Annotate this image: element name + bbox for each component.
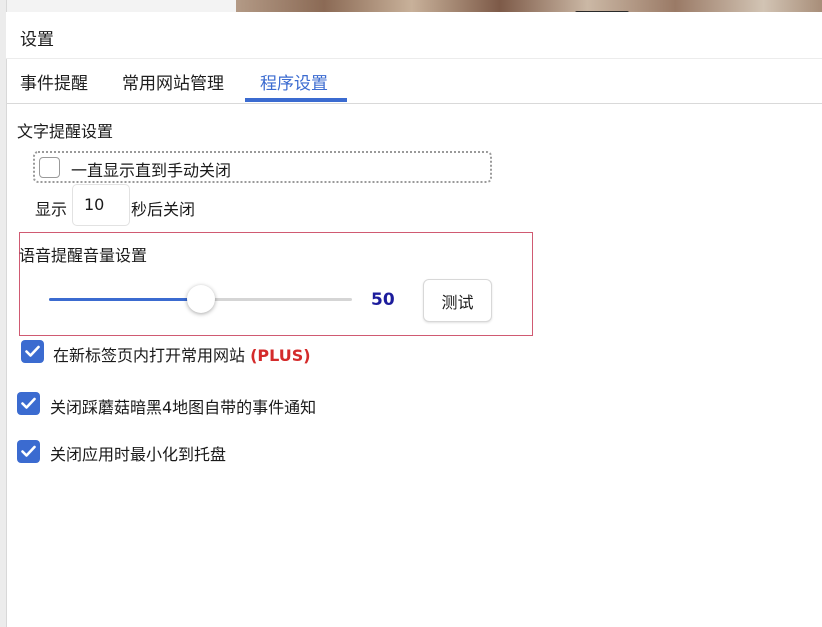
tab-program-settings[interactable]: 程序设置 bbox=[260, 69, 328, 94]
volume-value: 50 bbox=[371, 290, 395, 310]
disable-map-notifications-checkbox[interactable] bbox=[17, 392, 40, 415]
minimize-to-tray-label[interactable]: 关闭应用时最小化到托盘 bbox=[50, 441, 226, 465]
background-map-strip bbox=[236, 0, 822, 12]
display-suffix-label: 秒后关闭 bbox=[131, 200, 196, 219]
open-in-new-tab-checkbox[interactable] bbox=[21, 340, 44, 363]
tab-bar: 事件提醒 常用网站管理 程序设置 bbox=[6, 58, 822, 104]
test-volume-button[interactable]: 测试 bbox=[423, 279, 492, 322]
check-icon bbox=[21, 445, 36, 457]
minimize-to-tray-checkbox[interactable] bbox=[17, 440, 40, 463]
text-reminder-title: 文字提醒设置 bbox=[17, 122, 114, 141]
window-title: 设置 bbox=[20, 30, 54, 50]
volume-slider-thumb[interactable] bbox=[186, 285, 215, 313]
tab-event-reminder[interactable]: 事件提醒 bbox=[20, 69, 88, 94]
title-bar: 设置 bbox=[6, 12, 822, 59]
tab-common-sites[interactable]: 常用网站管理 bbox=[122, 69, 224, 94]
display-prefix-label: 显示 bbox=[35, 200, 68, 219]
active-tab-indicator bbox=[245, 98, 347, 102]
settings-window: 设置 事件提醒 常用网站管理 程序设置 文字提醒设置 一直显示直到手动关闭 显示… bbox=[0, 0, 822, 627]
voice-reminder-title: 语音提醒音量设置 bbox=[19, 246, 148, 265]
volume-slider-fill bbox=[49, 298, 201, 301]
display-seconds-input[interactable]: 10 bbox=[72, 184, 130, 226]
disable-map-notifications-label[interactable]: 关闭踩蘑菇暗黑4地图自带的事件通知 bbox=[50, 394, 316, 418]
always-show-label[interactable]: 一直显示直到手动关闭 bbox=[71, 157, 231, 181]
plus-badge: (PLUS) bbox=[250, 346, 311, 365]
open-in-new-tab-text: 在新标签页内打开常用网站 bbox=[53, 346, 246, 365]
open-in-new-tab-label[interactable]: 在新标签页内打开常用网站 (PLUS) bbox=[53, 342, 311, 366]
check-icon bbox=[21, 397, 36, 409]
always-show-checkbox[interactable] bbox=[39, 157, 60, 178]
background-strip bbox=[0, 0, 236, 12]
check-icon bbox=[25, 345, 40, 357]
